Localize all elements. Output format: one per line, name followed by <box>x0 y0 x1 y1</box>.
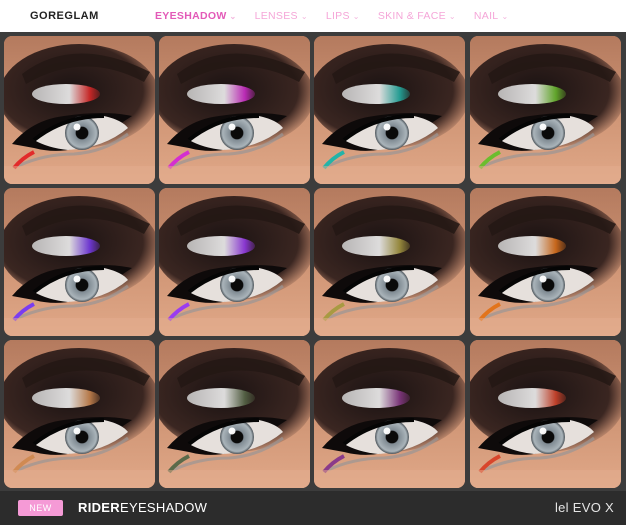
nav-label: SKIN & FACE <box>377 10 446 22</box>
nav-lips[interactable]: LIPS ⌄ <box>326 10 360 22</box>
nav-nail[interactable]: NAIL ⌄ <box>474 10 509 22</box>
swatch-grid <box>0 32 626 491</box>
chevron-down-icon: ⌄ <box>501 11 509 21</box>
nav-label: LIPS <box>325 10 350 22</box>
eye-image <box>314 188 465 336</box>
nav-label: EYESHADOW <box>155 10 227 22</box>
eye-image <box>470 188 621 336</box>
compatibility-label: lel EVO X <box>554 500 614 515</box>
eyeshadow-swatch-11[interactable] <box>314 340 465 488</box>
eye-image <box>470 36 621 184</box>
product-name: RIDER <box>78 500 120 515</box>
product-footer: NEW RIDER EYESHADOW lel EVO X <box>0 491 626 525</box>
nav-label: NAIL <box>473 10 499 22</box>
eyeshadow-swatch-8[interactable] <box>470 188 621 336</box>
eye-image <box>159 188 310 336</box>
chevron-down-icon: ⌄ <box>448 11 456 21</box>
eyeshadow-swatch-10[interactable] <box>159 340 310 488</box>
eyeshadow-swatch-12[interactable] <box>470 340 621 488</box>
eye-image <box>314 340 465 488</box>
eye-image <box>159 340 310 488</box>
chevron-down-icon: ⌄ <box>229 11 237 21</box>
nav-eyeshadow[interactable]: EYESHADOW ⌄ <box>155 10 237 22</box>
eye-image <box>314 36 465 184</box>
eyeshadow-swatch-5[interactable] <box>4 188 155 336</box>
eyeshadow-swatch-9[interactable] <box>4 340 155 488</box>
chevron-down-icon: ⌄ <box>352 11 360 21</box>
eye-image <box>4 340 155 488</box>
eye-image <box>470 340 621 488</box>
product-type: EYESHADOW <box>120 500 208 515</box>
new-badge: NEW <box>18 500 63 516</box>
eye-image <box>159 36 310 184</box>
eyeshadow-swatch-7[interactable] <box>314 188 465 336</box>
nav-lenses[interactable]: LENSES ⌄ <box>255 10 308 22</box>
eyeshadow-swatch-1[interactable] <box>4 36 155 184</box>
eyeshadow-swatch-4[interactable] <box>470 36 621 184</box>
eyeshadow-swatch-2[interactable] <box>159 36 310 184</box>
category-nav: EYESHADOW ⌄ LENSES ⌄ LIPS ⌄ SKIN & FACE ⌄ NA… <box>155 10 526 22</box>
chevron-down-icon: ⌄ <box>300 11 308 21</box>
nav-skin-face[interactable]: SKIN & FACE ⌄ <box>378 10 456 22</box>
top-navbar: GOREGLAM EYESHADOW ⌄ LENSES ⌄ LIPS ⌄ SKIN &… <box>0 0 626 32</box>
eye-image <box>4 188 155 336</box>
eyeshadow-swatch-6[interactable] <box>159 188 310 336</box>
eye-image <box>4 36 155 184</box>
brand-logo[interactable]: GOREGLAM <box>30 10 99 22</box>
eyeshadow-swatch-3[interactable] <box>314 36 465 184</box>
nav-label: LENSES <box>254 10 298 22</box>
